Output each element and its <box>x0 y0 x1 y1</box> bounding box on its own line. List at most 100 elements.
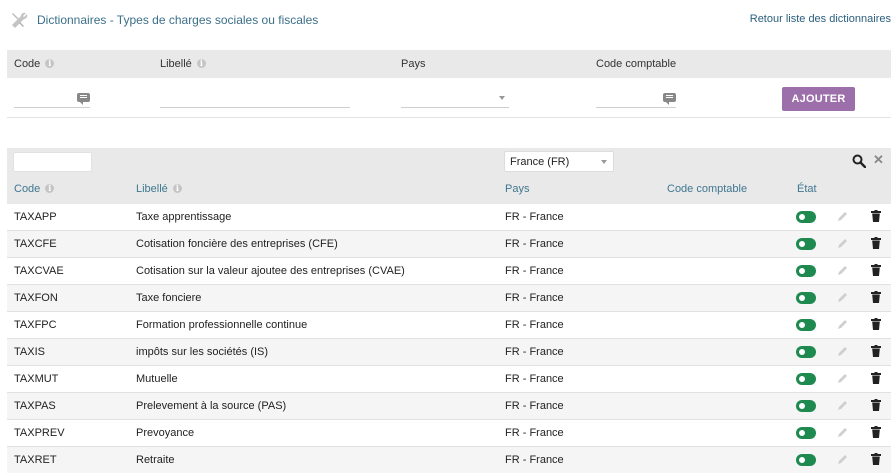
table-row[interactable]: TAXPREV Prevoyance FR - France <box>7 420 891 447</box>
status-toggle[interactable] <box>796 346 816 358</box>
info-icon <box>45 58 55 68</box>
cell-libelle: Retraite <box>136 454 175 466</box>
pencil-icon[interactable] <box>837 238 848 249</box>
pays-select[interactable] <box>401 92 509 108</box>
country-filter-select[interactable]: France (FR) <box>504 151 614 172</box>
trash-icon[interactable] <box>871 318 881 330</box>
code-field[interactable] <box>14 92 90 108</box>
chevron-down-icon <box>601 160 607 164</box>
table-row[interactable]: TAXFON Taxe fonciere FR - France <box>7 285 891 312</box>
cell-pays: FR - France <box>505 373 564 385</box>
cell-pays: FR - France <box>505 265 564 277</box>
code-comptable-field[interactable] <box>596 92 676 108</box>
cell-pays: FR - France <box>505 346 564 358</box>
search-input[interactable] <box>13 152 92 172</box>
column-header-etat[interactable]: État <box>797 183 817 195</box>
cell-code: TAXCVAE <box>14 265 64 277</box>
column-header-code-comptable[interactable]: Code comptable <box>667 183 747 195</box>
table-row[interactable]: TAXPAS Prelevement à la source (PAS) FR - … <box>7 393 891 420</box>
form-label-pays: Pays <box>401 58 426 70</box>
comment-icon[interactable] <box>77 93 90 105</box>
cell-code: TAXCFE <box>14 238 57 250</box>
status-toggle[interactable] <box>796 319 816 331</box>
pencil-icon[interactable] <box>837 292 848 303</box>
trash-icon[interactable] <box>871 264 881 276</box>
libelle-field[interactable] <box>160 92 350 108</box>
page-title: Dictionnaires - Types de charges sociale… <box>37 13 319 27</box>
cell-libelle: Cotisation foncière des entreprises (CFE… <box>136 238 338 250</box>
column-header-pays[interactable]: Pays <box>505 183 529 195</box>
page-header: Dictionnaires - Types de charges sociale… <box>0 0 891 42</box>
pencil-icon[interactable] <box>837 373 848 384</box>
cell-libelle: Mutuelle <box>136 373 178 385</box>
pencil-icon[interactable] <box>837 211 848 222</box>
trash-icon[interactable] <box>871 291 881 303</box>
status-toggle[interactable] <box>796 265 816 277</box>
cell-libelle: impôts sur les sociétés (IS) <box>136 346 269 358</box>
add-form-row: AJOUTER <box>7 78 891 118</box>
add-button[interactable]: AJOUTER <box>782 87 855 111</box>
pencil-icon[interactable] <box>837 265 848 276</box>
table-row[interactable]: TAXFPC Formation professionnelle continue… <box>7 312 891 339</box>
cell-pays: FR - France <box>505 400 564 412</box>
table-row[interactable]: TAXRET Retraite FR - France <box>7 447 891 473</box>
pencil-icon[interactable] <box>837 454 848 465</box>
cell-code: TAXPAS <box>14 400 56 412</box>
tools-icon <box>12 12 28 28</box>
trash-icon[interactable] <box>871 237 881 249</box>
cell-code: TAXMUT <box>14 373 59 385</box>
cell-pays: FR - France <box>505 211 564 223</box>
pencil-icon[interactable] <box>837 346 848 357</box>
cell-libelle: Taxe fonciere <box>136 292 202 304</box>
status-toggle[interactable] <box>796 454 816 466</box>
trash-icon[interactable] <box>871 372 881 384</box>
trash-icon[interactable] <box>871 426 881 438</box>
cell-code: TAXAPP <box>14 211 57 223</box>
pencil-icon[interactable] <box>837 319 848 330</box>
trash-icon[interactable] <box>871 453 881 465</box>
status-toggle[interactable] <box>796 427 816 439</box>
column-header-libelle[interactable]: Libellé <box>136 183 182 195</box>
filter-bar: France (FR) ✕ <box>7 148 891 176</box>
trash-icon[interactable] <box>871 399 881 411</box>
status-toggle[interactable] <box>796 373 816 385</box>
cell-pays: FR - France <box>505 454 564 466</box>
table-row[interactable]: TAXCVAE Cotisation sur la valeur ajoutee … <box>7 258 891 285</box>
cell-libelle: Prevoyance <box>136 427 195 439</box>
cell-code: TAXFON <box>14 292 58 304</box>
table-row[interactable]: TAXMUT Mutuelle FR - France <box>7 366 891 393</box>
cell-libelle: Prelevement à la source (PAS) <box>136 400 287 412</box>
close-icon[interactable]: ✕ <box>873 153 884 167</box>
cell-code: TAXFPC <box>14 319 57 331</box>
column-header-code[interactable]: Code <box>14 183 55 195</box>
table-header: Code Libellé Pays Code comptable État <box>7 176 891 204</box>
pencil-icon[interactable] <box>837 427 848 438</box>
status-toggle[interactable] <box>796 211 816 223</box>
cell-libelle: Taxe apprentissage <box>136 211 232 223</box>
table-row[interactable]: TAXIS impôts sur les sociétés (IS) FR - Fr… <box>7 339 891 366</box>
status-toggle[interactable] <box>796 238 816 250</box>
trash-icon[interactable] <box>871 210 881 222</box>
info-icon <box>45 183 55 193</box>
table-row[interactable]: TAXCFE Cotisation foncière des entreprise… <box>7 231 891 258</box>
status-toggle[interactable] <box>796 292 816 304</box>
cell-pays: FR - France <box>505 292 564 304</box>
form-label-code-comptable: Code comptable <box>596 58 677 70</box>
cell-pays: FR - France <box>505 319 564 331</box>
table-row[interactable]: TAXAPP Taxe apprentissage FR - France <box>7 204 891 231</box>
back-to-dictionaries-link[interactable]: Retour liste des dictionnaires <box>750 13 891 25</box>
info-icon <box>196 58 206 68</box>
cell-code: TAXPREV <box>14 427 65 439</box>
status-toggle[interactable] <box>796 400 816 412</box>
cell-code: TAXRET <box>14 454 57 466</box>
info-icon <box>172 183 182 193</box>
form-label-libelle: Libellé <box>160 58 206 70</box>
chevron-down-icon <box>499 96 505 100</box>
cell-libelle: Cotisation sur la valeur ajoutee des ent… <box>136 265 405 277</box>
pencil-icon[interactable] <box>837 400 848 411</box>
cell-pays: FR - France <box>505 238 564 250</box>
search-icon[interactable] <box>852 154 866 168</box>
trash-icon[interactable] <box>871 345 881 357</box>
add-form-header: Code Libellé Pays Code comptable <box>7 50 891 78</box>
comment-icon[interactable] <box>663 93 676 105</box>
